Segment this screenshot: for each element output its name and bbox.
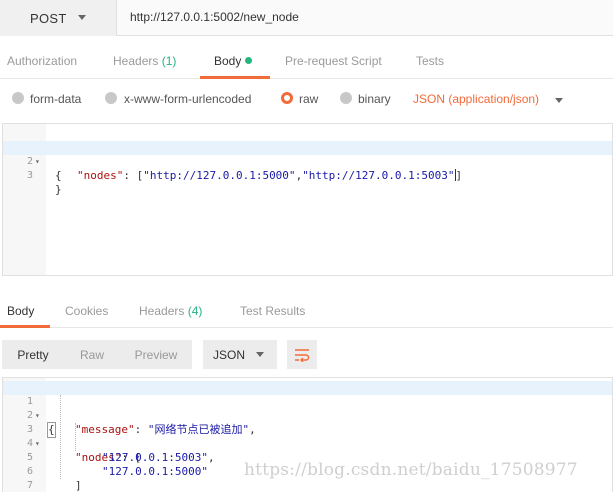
chevron-down-icon <box>256 352 264 357</box>
code-line: 3 ▾ "nodes": [ <box>26 424 142 464</box>
url-bar: POST http://127.0.0.1:5002/new_node <box>0 0 613 36</box>
raw-button[interactable]: Raw <box>64 340 120 369</box>
response-tab-headers[interactable]: Headers (4) <box>139 304 202 318</box>
content-type-select[interactable]: JSON (application/json) <box>413 92 539 106</box>
tab-headers[interactable]: Headers (1) <box>113 54 176 68</box>
wrap-lines-icon <box>295 348 310 362</box>
response-tab-test-results[interactable]: Test Results <box>240 304 305 318</box>
pretty-button[interactable]: Pretty <box>2 340 64 369</box>
modified-dot-icon <box>245 57 253 64</box>
radio-binary[interactable] <box>340 92 352 104</box>
request-body-editor[interactable]: 1 ▾ { 2 "nodes": ["http://127.0.0.1:5000… <box>2 123 613 276</box>
response-headers-count: (4) <box>187 304 203 318</box>
url-input[interactable]: http://127.0.0.1:5002/new_node <box>130 10 299 24</box>
watermark: https://blog.csdn.net/baidu_17508977 <box>244 460 578 480</box>
active-response-tab-indicator <box>0 325 50 328</box>
code-line-active: 2 "nodes": ["http://127.0.0.1:5000","htt… <box>3 141 612 182</box>
radio-urlencoded[interactable] <box>105 92 117 104</box>
response-tab-cookies[interactable]: Cookies <box>65 304 108 318</box>
tab-body[interactable]: Body <box>214 54 253 68</box>
headers-count: (1) <box>161 54 177 68</box>
tab-pre-request-script[interactable]: Pre-request Script <box>285 54 382 68</box>
format-select-label: JSON <box>213 347 246 362</box>
label-raw: raw <box>299 92 319 106</box>
label-urlencoded: x-www-form-urlencoded <box>124 92 252 106</box>
request-tabs: Authorization Headers (1) Body Pre-reque… <box>0 45 613 79</box>
method-label: POST <box>30 10 67 26</box>
code-line: 1 ▾ { <box>27 142 62 182</box>
tab-authorization[interactable]: Authorization <box>7 54 77 68</box>
active-tab-indicator <box>200 76 270 79</box>
radio-form-data[interactable] <box>12 92 24 104</box>
chevron-down-icon[interactable] <box>555 98 563 103</box>
label-form-data: form-data <box>30 92 82 106</box>
method-select[interactable]: POST <box>0 0 117 36</box>
chevron-down-icon <box>78 15 86 20</box>
body-type-options: form-data x-www-form-urlencoded raw bina… <box>0 86 613 114</box>
code-line: 2 "message": "网络节点已被追加", <box>26 410 256 436</box>
code-line: 3 } <box>26 170 62 196</box>
code-line: 4 "127.0.0.1:5003", <box>26 438 215 464</box>
format-select[interactable]: JSON <box>203 340 277 369</box>
code-line-active: 1 ▾ { <box>3 381 612 438</box>
label-binary: binary <box>358 92 391 106</box>
response-tabs: Body Cookies Headers (4) Test Results <box>0 296 613 328</box>
preview-button[interactable]: Preview <box>120 340 192 369</box>
radio-raw[interactable] <box>281 92 293 104</box>
tab-tests[interactable]: Tests <box>416 54 444 68</box>
code-line: 5 "127.0.0.1:5000" <box>26 452 208 478</box>
wrap-lines-button[interactable] <box>287 340 317 369</box>
response-tab-body[interactable]: Body <box>7 304 34 318</box>
